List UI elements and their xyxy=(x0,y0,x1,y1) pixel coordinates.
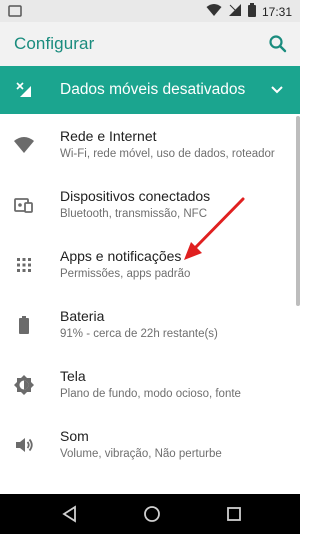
back-button[interactable] xyxy=(60,504,80,524)
back-icon xyxy=(62,505,76,523)
home-button[interactable] xyxy=(142,504,162,524)
home-icon xyxy=(144,506,160,522)
annotation-arrow xyxy=(184,197,245,260)
system-nav-bar xyxy=(0,494,300,534)
recents-icon xyxy=(227,507,241,521)
recents-button[interactable] xyxy=(224,504,244,524)
